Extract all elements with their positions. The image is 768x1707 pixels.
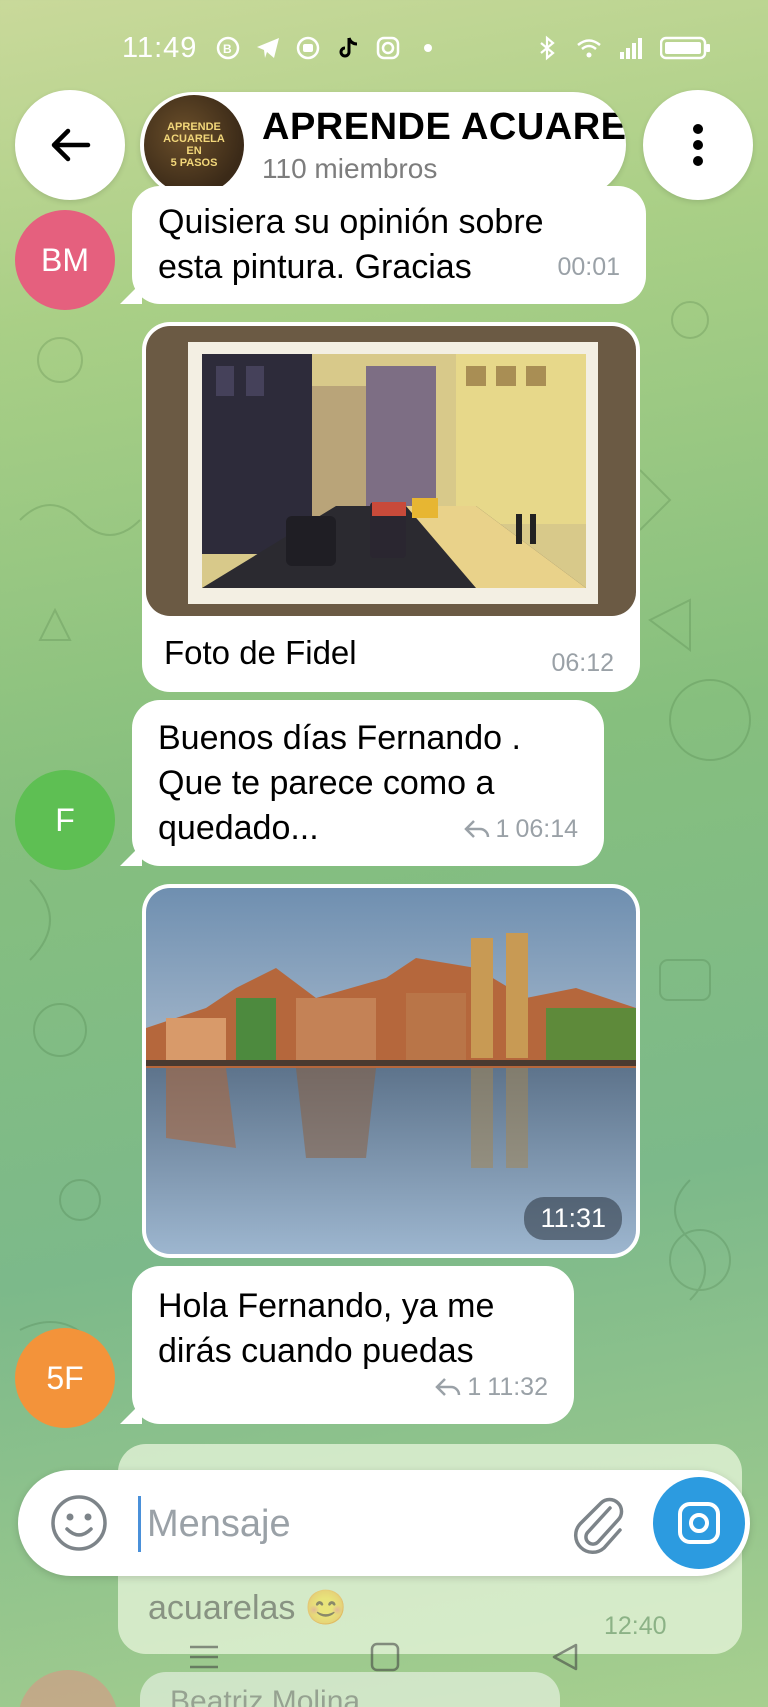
group-name: APRENDE ACUARELA EN 5 PASOS [262,105,626,148]
reply-count[interactable]: 1 [467,1365,481,1410]
telegram-icon [257,38,280,58]
sender-name: Beatriz Molina [170,1685,361,1707]
message-time: 00:01 [557,253,620,281]
record-icon [297,36,320,60]
paperclip-icon[interactable] [566,1490,632,1556]
group-avatar[interactable]: APRENDE ACUARELA EN 5 PASOS [144,95,244,195]
photo-caption: Foto de Fidel [164,634,357,671]
camera-button[interactable] [653,1477,745,1569]
battery-icon [660,36,710,60]
reply-arrow-icon[interactable] [435,1377,461,1399]
status-bar: 11:49 B [0,0,768,96]
clock: 11:49 [122,31,198,64]
whatsapp-business-icon: B [217,36,240,60]
reply-count[interactable]: 1 [496,807,510,852]
reply-arrow-icon[interactable] [463,819,490,841]
dot-icon [424,44,433,52]
wifi-icon [577,39,601,58]
message-text: acuarelas 😊 [148,1589,348,1627]
emoji-icon[interactable] [48,1492,110,1554]
message-bubble[interactable]: Buenos días Fernando . Que te parece com… [120,700,604,866]
avatar[interactable]: BM [15,210,115,310]
bluetooth-icon [540,35,555,61]
signal-icon [620,38,642,59]
message-bubble[interactable]: Hola Fernando, ya me dirás cuando puedas… [120,1266,574,1424]
more-options-button[interactable] [643,90,753,200]
tiktok-icon [339,37,358,58]
message-time: 06:12 [551,649,614,677]
message-time: 06:14 [515,815,578,843]
photo-time: 11:31 [524,1197,622,1240]
avatar[interactable]: 5F [15,1328,115,1428]
menu-lines-icon[interactable] [188,1644,220,1670]
back-arrow-icon [51,128,91,162]
bubble-tail [120,1402,142,1424]
instagram-icon [377,36,400,60]
message-composer [18,1470,750,1576]
back-button[interactable] [15,90,125,200]
chat-title[interactable]: APRENDE ACUARELA EN 5 PASOS APRENDE ACUA… [140,92,626,198]
message-bubble[interactable]: Quisiera su opinión sobre esta pintura. … [120,186,646,304]
message-time: 11:32 [487,1373,548,1401]
home-square-icon[interactable] [370,1642,400,1672]
back-triangle-icon[interactable] [550,1642,580,1672]
camera-icon [678,1502,720,1544]
message-input[interactable] [138,1496,558,1552]
svg-text:B: B [223,42,232,56]
member-count: 110 miembros [262,152,438,184]
message-text: Hola Fernando, ya me dirás cuando puedas [158,1287,495,1370]
photo-message[interactable]: 11:31 [142,884,640,1258]
photo-message[interactable]: Foto de Fidel 06:12 [142,322,640,692]
avatar[interactable]: F [15,770,115,870]
painting-city-street[interactable] [146,326,636,616]
kebab-menu-icon [693,124,703,166]
